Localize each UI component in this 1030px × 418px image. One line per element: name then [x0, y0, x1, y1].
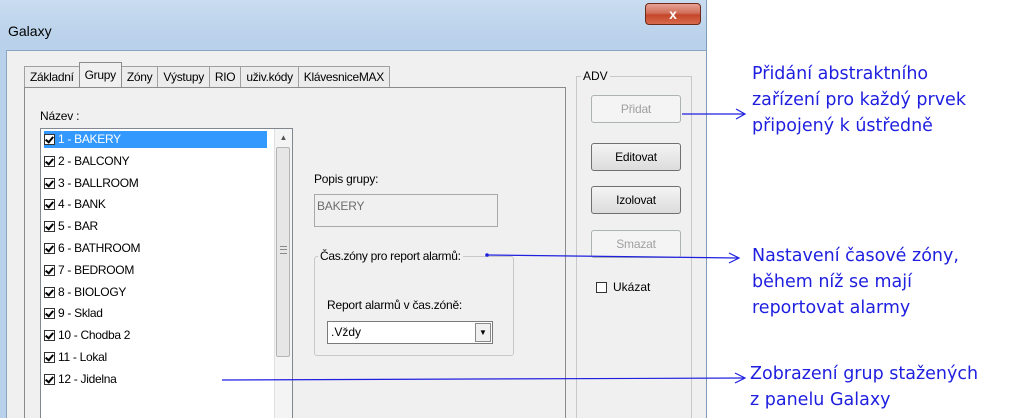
arrow-time-zone: [486, 254, 739, 259]
tab-groups[interactable]: Grupy: [78, 62, 122, 87]
arrow-origin-dot: [485, 253, 489, 257]
arrow-groups: [221, 377, 745, 381]
annotation-arrows: [221, 108, 747, 384]
